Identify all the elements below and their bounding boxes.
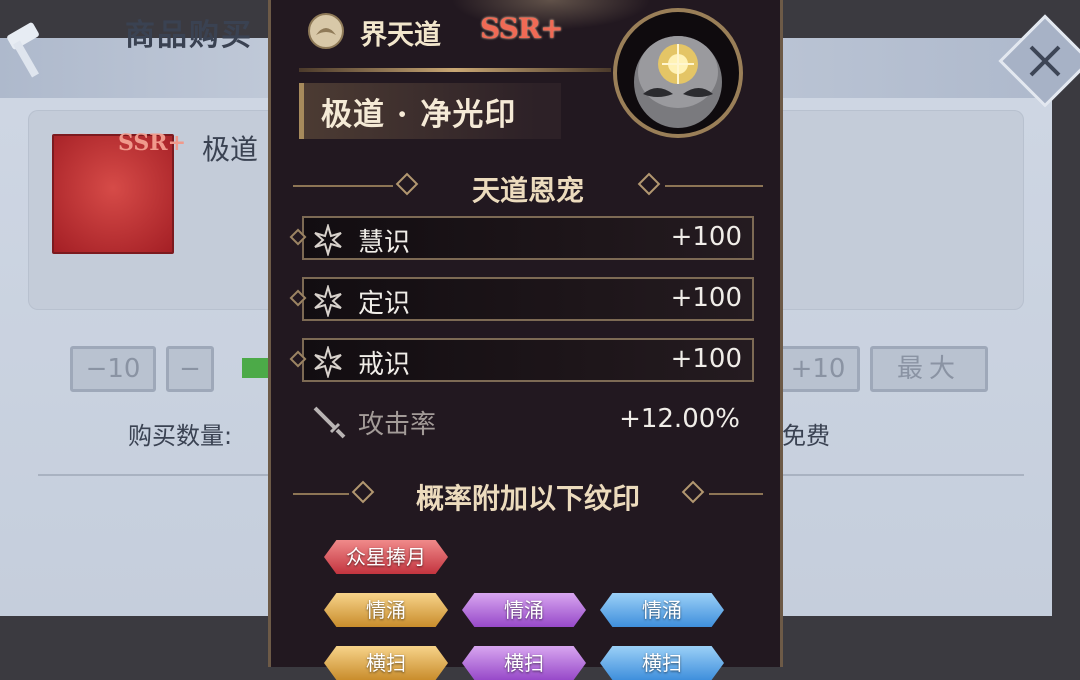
plus-10-button[interactable]: +10 [776,346,860,392]
max-button[interactable]: 最大 [870,346,988,392]
stat-row: 戒识 +100 [289,338,754,382]
seal-tag[interactable]: 情涌 [324,593,448,627]
price-text: 免费 [782,422,830,450]
stat-row: 定识 +100 [289,277,754,321]
stat-value: +100 [670,283,742,313]
section-title: 概率附加以下纹印 [415,482,640,515]
rarity-badge: SSR+ [480,12,564,45]
stat-name: 定识 [358,289,411,319]
attack-rate-label: 攻击率 [358,410,437,440]
stat-row: 慧识 +100 [289,216,754,260]
attack-rate-value: +12.00% [619,404,740,434]
star-icon [314,285,342,317]
minus-button[interactable]: − [166,346,214,392]
stat-value: +100 [670,344,742,374]
section-header-blessing: 天道恩宠 [293,168,763,207]
seal-tag[interactable]: 横扫 [324,646,448,680]
hammer-icon [0,18,64,82]
sword-icon [313,406,346,439]
sect-emblem-icon [308,13,344,49]
item-detail-panel: 界天道 SSR+ 极道 · 净光印 天道恩宠 慧识 +100 定识 +100 戒… [268,0,783,680]
stat-name: 慧识 [358,228,411,258]
stat-value: +100 [670,222,742,252]
star-icon [314,346,342,378]
seal-tag[interactable]: 横扫 [600,646,724,680]
seal-tag[interactable]: 横扫 [462,646,586,680]
sect-name: 界天道 [360,20,441,51]
item-name: 极道 [202,133,259,166]
seal-tag[interactable]: 情涌 [462,593,586,627]
section-title: 天道恩宠 [471,174,584,207]
stat-name: 戒识 [358,350,411,380]
mask-icon [634,36,722,128]
seal-tag[interactable]: 情涌 [600,593,724,627]
dialog-title: 商品购买 [125,18,253,53]
seal-tag[interactable]: 众星捧月 [324,540,448,574]
quantity-label: 购买数量: [128,422,233,450]
item-rarity-badge: SSR+ [118,130,187,156]
item-title: 极道 · 净光印 [321,97,517,133]
star-icon [314,224,342,256]
close-icon [1029,45,1061,77]
item-portrait [613,8,743,138]
title-ornament [299,68,611,72]
section-header-seals: 概率附加以下纹印 [293,476,763,515]
minus-10-button[interactable]: −10 [70,346,156,392]
